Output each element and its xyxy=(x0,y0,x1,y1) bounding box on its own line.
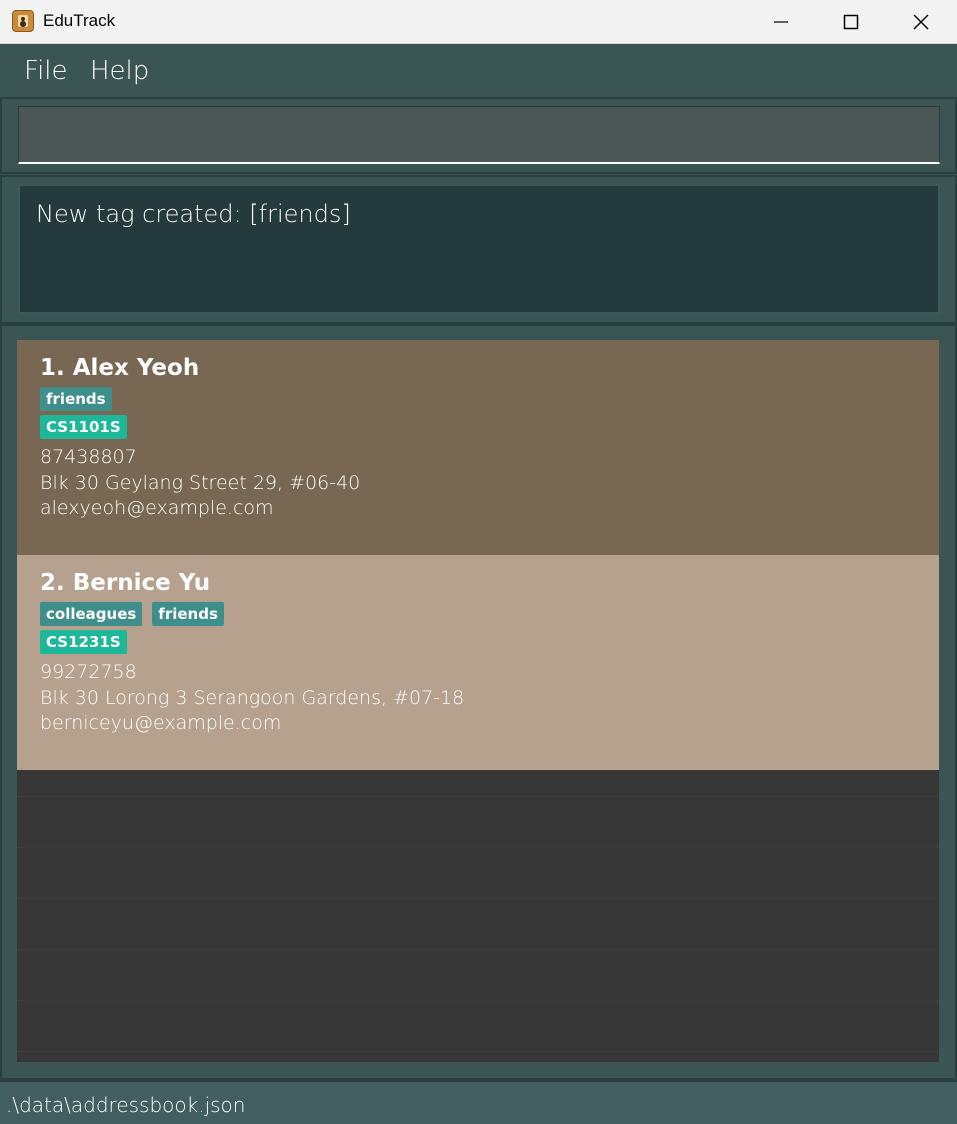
person-address: Blk 30 Lorong 3 Serangoon Gardens, #07-1… xyxy=(40,687,465,709)
person-name: 1. Alex Yeoh xyxy=(40,355,200,381)
menu-file[interactable]: File xyxy=(24,56,68,86)
window-title: EduTrack xyxy=(43,11,116,30)
maximize-icon xyxy=(843,14,859,30)
minimize-icon xyxy=(774,21,788,23)
command-input[interactable] xyxy=(18,106,940,164)
close-icon xyxy=(913,14,929,30)
tag-badge: friends xyxy=(40,387,112,411)
address-book-icon xyxy=(12,10,34,32)
empty-list-row xyxy=(17,898,939,899)
course-tags: CS1101S xyxy=(40,415,127,439)
empty-list-row xyxy=(17,949,939,950)
menu-bar: File Help xyxy=(0,44,957,96)
maximize-button[interactable] xyxy=(816,0,886,44)
title-bar: EduTrack xyxy=(0,0,957,44)
person-name: 2. Bernice Yu xyxy=(40,570,211,596)
person-list[interactable]: 1. Alex Yeoh friends CS1101S 87438807 Bl… xyxy=(17,340,939,1062)
tag-badge: friends xyxy=(152,602,224,626)
social-tags: friends xyxy=(40,387,112,411)
person-email: alexyeoh@example.com xyxy=(40,497,274,519)
person-email: berniceyu@example.com xyxy=(40,712,282,734)
menu-help[interactable]: Help xyxy=(90,56,149,86)
course-tags: CS1231S xyxy=(40,630,127,654)
social-tags: colleagues friends xyxy=(40,602,224,626)
result-display: New tag created: [friends] xyxy=(18,184,940,314)
empty-list-row xyxy=(17,1000,939,1001)
tag-badge: colleagues xyxy=(40,602,143,626)
result-message: New tag created: [friends] xyxy=(36,200,351,228)
person-phone: 99272758 xyxy=(40,661,137,683)
close-button[interactable] xyxy=(886,0,956,44)
person-phone: 87438807 xyxy=(40,446,137,468)
course-badge: CS1101S xyxy=(40,415,127,439)
course-badge: CS1231S xyxy=(40,630,127,654)
empty-list-row xyxy=(17,1051,939,1052)
empty-list-row xyxy=(17,847,939,848)
person-address: Blk 30 Geylang Street 29, #06-40 xyxy=(40,472,361,494)
minimize-button[interactable] xyxy=(746,0,816,44)
save-file-path: .\data\addressbook.json xyxy=(6,1093,246,1117)
person-card[interactable]: 1. Alex Yeoh friends CS1101S 87438807 Bl… xyxy=(17,340,939,555)
status-bar: .\data\addressbook.json xyxy=(0,1080,957,1124)
empty-list-row xyxy=(17,796,939,797)
person-card[interactable]: 2. Bernice Yu colleagues friends CS1231S… xyxy=(17,555,939,770)
